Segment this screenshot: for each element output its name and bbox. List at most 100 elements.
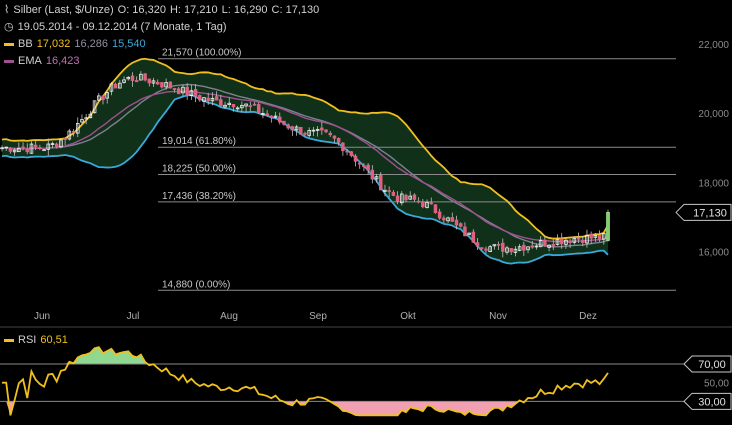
legend-row-period: ◷ 19.05.2014 - 09.12.2014 (7 Monate, 1 Ta… <box>4 21 231 34</box>
candle-body-119 <box>501 242 505 252</box>
price-y-tick-1: 18,000 <box>698 178 729 189</box>
candle-body-107 <box>450 217 455 222</box>
candle-body-85 <box>357 162 362 165</box>
candle-body-32 <box>134 80 139 83</box>
bb-band-fill <box>2 58 608 264</box>
candle-body-83 <box>349 151 354 156</box>
candle-body-104 <box>437 211 442 219</box>
candle-body-24 <box>101 95 105 101</box>
open-value: O: 16,320 <box>117 4 166 16</box>
candle-body-37 <box>155 81 160 85</box>
price-y-tick-2: 20,000 <box>698 109 729 120</box>
chart-window: 21,570 (100.00%) 19,014 (61.80%) 18,225 (5… <box>0 0 732 425</box>
candle-body-93 <box>391 191 396 196</box>
legend-row-instrument: ⌇ Silber (Last, $/Unze) O: 16,320 H: 17,210… <box>4 4 323 17</box>
candle-body-79 <box>332 135 337 139</box>
candle-body-61 <box>256 104 261 113</box>
rsi-value: 60,51 <box>40 334 68 346</box>
rsi-y-tick-30: 30,00 <box>698 396 726 408</box>
candle-body-110 <box>463 226 467 237</box>
candle-body-131 <box>551 244 556 247</box>
candle-body-8 <box>33 144 38 148</box>
candle-body-103 <box>433 204 438 214</box>
bb-lower-value: 15,540 <box>112 38 146 50</box>
candle-body-55 <box>231 103 236 108</box>
candle-body-13 <box>54 143 59 148</box>
candle-body-135 <box>568 240 572 243</box>
candle-body-137 <box>576 237 581 240</box>
bb-upper-value: 17,032 <box>36 38 71 50</box>
candle-body-46 <box>193 89 198 97</box>
legend-row-rsi[interactable]: RSI 60,51 <box>4 334 72 347</box>
candle-body-76 <box>320 127 324 131</box>
price-y-tick-0: 16,000 <box>698 248 729 259</box>
legend-row-ema[interactable]: EMA 16,423 <box>4 55 84 68</box>
last-candle-body <box>606 212 610 241</box>
candle-body-44 <box>185 86 189 96</box>
rsi-label: RSI <box>18 334 37 346</box>
month-label-nov: Nov <box>489 311 507 322</box>
candle-body-96 <box>404 194 408 201</box>
candle-body-98 <box>412 194 417 200</box>
legend-row-bb[interactable]: BB 17,032 16,286 15,540 <box>4 38 150 51</box>
rsi-swatch <box>4 338 14 342</box>
candle-body-86 <box>362 165 366 168</box>
candle-body-102 <box>429 202 434 205</box>
candle-body-47 <box>198 95 202 101</box>
fib-label-2: 18,225 (50.00%) <box>162 164 236 175</box>
candle-body-51 <box>214 96 219 101</box>
candle-body-67 <box>282 120 286 125</box>
fib-label-1: 19,014 (61.80%) <box>162 136 236 147</box>
candle-body-42 <box>177 88 181 95</box>
candle-body-66 <box>278 116 282 123</box>
candle-body-35 <box>147 78 152 84</box>
candle-body-108 <box>454 219 459 226</box>
rsi-y-tick-50: 50,00 <box>704 379 729 390</box>
close-value: C: 17,130 <box>271 4 320 16</box>
candle-body-92 <box>387 190 391 192</box>
candle-body-38 <box>160 82 164 88</box>
current-price-label: 17,130 <box>693 207 727 219</box>
candle-body-124 <box>522 244 526 251</box>
low-value: L: 16,290 <box>221 4 268 16</box>
candle-body-60 <box>252 103 257 106</box>
candle-body-77 <box>324 129 328 133</box>
rsi-y-tick-70: 70,00 <box>698 359 726 371</box>
candle-body-112 <box>471 231 476 243</box>
bb-label: BB <box>18 38 33 50</box>
candle-body-34 <box>143 73 147 81</box>
candle-body-82 <box>345 150 349 153</box>
month-label-okt: Okt <box>400 311 416 322</box>
candle-body-59 <box>248 105 253 107</box>
rsi-overbought-fill <box>65 347 150 364</box>
candle-body-84 <box>353 155 358 162</box>
candle-body-118 <box>496 243 501 246</box>
candle-body-114 <box>480 247 484 249</box>
fib-label-0: 21,570 (100.00%) <box>162 48 242 59</box>
candle-body-126 <box>530 245 534 248</box>
candle-body-69 <box>290 126 295 131</box>
month-label-aug: Aug <box>220 311 238 322</box>
ema-value: 16,423 <box>45 55 80 67</box>
rsi-oversold-fill <box>6 401 529 416</box>
candle-body-68 <box>286 124 290 129</box>
candle-body-72 <box>303 132 307 135</box>
candle-body-78 <box>328 132 333 136</box>
candle-body-9 <box>38 147 42 149</box>
candle-body-41 <box>172 88 177 90</box>
month-label-jun: Jun <box>34 311 50 322</box>
fib-label-4: 14,880 (0.00%) <box>162 279 230 290</box>
candle-body-63 <box>265 113 269 116</box>
candle-body-142 <box>597 234 602 240</box>
candle-body-15 <box>63 138 67 140</box>
candle-body-87 <box>366 164 370 171</box>
candle-body-90 <box>379 174 383 191</box>
month-label-jul: Jul <box>127 311 140 322</box>
candle-body-6 <box>25 148 30 153</box>
candle-body-49 <box>206 97 210 102</box>
bb-swatch <box>4 42 14 46</box>
month-label-sep: Sep <box>309 311 327 322</box>
candle-body-113 <box>475 242 480 247</box>
candle-body-88 <box>370 169 375 180</box>
candle-body-64 <box>269 115 274 119</box>
